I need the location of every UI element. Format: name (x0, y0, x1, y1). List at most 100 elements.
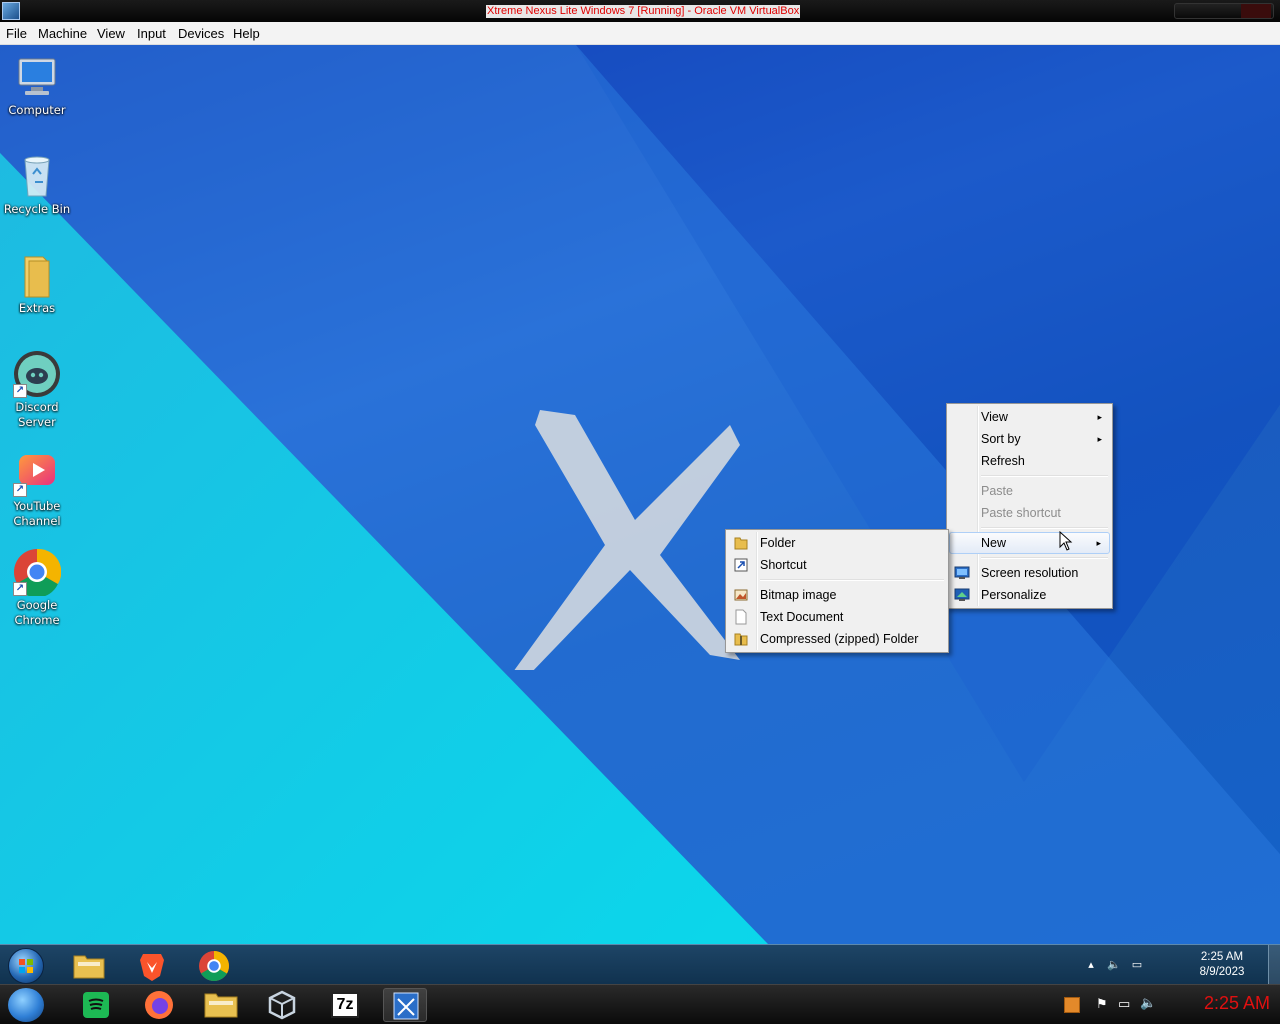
menu-item-new-shortcut[interactable]: Shortcut (728, 554, 946, 576)
menu-item-label: New (981, 536, 1007, 550)
7zip-icon: 7z (331, 992, 359, 1018)
desktop-icon-label: Discord Server (15, 400, 59, 429)
menu-item-label: Sort by (981, 432, 1021, 446)
desktop-icon-recycle-bin[interactable]: Recycle Bin (2, 152, 72, 217)
desktop-context-menu: View ▸ Sort by ▸ Refresh Paste Paste short… (946, 403, 1113, 609)
screen-resolution-icon (954, 566, 970, 579)
wallpaper-x-logo (514, 410, 740, 670)
host-taskbar-virtualbox[interactable] (260, 988, 304, 1022)
host-taskbar: 7z ⚑ ▭ 🔈 2:25 AM (0, 984, 1280, 1024)
desktop-icon-label: Google Chrome (14, 598, 60, 627)
zip-folder-icon (734, 633, 748, 646)
network-icon[interactable]: ▭ (1130, 958, 1144, 972)
desktop-icon-youtube[interactable]: ↗ YouTube Channel (2, 449, 72, 529)
start-button[interactable] (8, 948, 44, 984)
menu-item-new[interactable]: New ▸ (949, 532, 1110, 554)
menu-item-label: Folder (760, 536, 796, 550)
menu-item-label: Screen resolution (981, 566, 1079, 580)
file-explorer-icon (204, 993, 238, 1018)
host-system-tray: ⚑ ▭ 🔈 2:25 AM (1040, 985, 1280, 1024)
firefox-icon (145, 991, 173, 1019)
volume-icon[interactable]: 🔈 (1140, 996, 1156, 1011)
show-desktop-button[interactable] (1268, 945, 1280, 985)
shortcut-icon (734, 558, 748, 572)
menu-item-label: Bitmap image (760, 588, 837, 602)
menu-item-label: Refresh (981, 454, 1025, 468)
virtualbox-icon[interactable] (2, 2, 20, 20)
window-controls (1174, 3, 1274, 19)
menu-item-label: Paste shortcut (981, 506, 1061, 520)
host-clock[interactable]: 2:25 AM (1204, 993, 1270, 1014)
menu-item-personalize[interactable]: Personalize (949, 584, 1110, 606)
host-start-button[interactable] (8, 988, 44, 1022)
menu-item-new-text-document[interactable]: Text Document (728, 606, 946, 628)
desktop-icon-discord[interactable]: ↗ Discord Server (2, 350, 72, 430)
menu-item-screen-resolution[interactable]: Screen resolution (949, 562, 1110, 584)
system-tray: ▴ 🔈 ▭ 2:25 AM 8/9/2023 (1088, 945, 1280, 985)
minimize-button[interactable] (1177, 4, 1207, 18)
desktop-icon-extras[interactable]: Extras (2, 251, 72, 316)
menu-devices[interactable]: Devices (178, 26, 224, 41)
desktop-icon-google-chrome[interactable]: ↗ Google Chrome (2, 548, 72, 628)
taskbar-brave[interactable] (133, 948, 171, 984)
network-icon[interactable]: ▭ (1118, 997, 1130, 1012)
menu-item-label: View (981, 410, 1008, 424)
menu-input[interactable]: Input (137, 26, 166, 41)
window-title: Xtreme Nexus Lite Windows 7 [Running] - … (486, 5, 801, 18)
menu-item-new-zip-folder[interactable]: Compressed (zipped) Folder (728, 628, 946, 650)
action-center-flag-icon[interactable]: ⚑ (1096, 997, 1108, 1012)
taskbar-clock[interactable]: 2:25 AM 8/9/2023 (1192, 950, 1252, 980)
menu-file[interactable]: File (6, 26, 27, 41)
desktop-icon-computer[interactable]: Computer (2, 53, 72, 118)
host-title-bar: Xtreme Nexus Lite Windows 7 [Running] - … (0, 0, 1280, 22)
shortcut-arrow-icon: ↗ (13, 483, 27, 497)
bitmap-icon (734, 589, 748, 601)
menu-separator (758, 576, 946, 584)
menu-item-new-bitmap[interactable]: Bitmap image (728, 584, 946, 606)
menu-item-refresh[interactable]: Refresh (949, 450, 1110, 472)
mouse-cursor-icon (1059, 531, 1073, 551)
host-taskbar-file-explorer[interactable] (199, 988, 243, 1022)
menu-view[interactable]: View (97, 26, 125, 41)
desktop-icon-label: YouTube Channel (13, 499, 61, 528)
maximize-button[interactable] (1209, 4, 1239, 18)
file-explorer-icon (73, 955, 105, 979)
virtualbox-vm-icon (393, 992, 419, 1020)
menu-item-paste-shortcut: Paste shortcut (949, 502, 1110, 524)
desktop-icon-label: Extras (18, 301, 56, 315)
host-taskbar-virtualbox-vm[interactable] (383, 988, 427, 1022)
text-document-icon (735, 609, 747, 625)
host-taskbar-firefox[interactable] (137, 988, 181, 1022)
tray-app-icon[interactable] (1064, 997, 1080, 1013)
submenu-arrow-icon: ▸ (1097, 434, 1102, 444)
menu-item-paste: Paste (949, 480, 1110, 502)
menu-item-label: Personalize (981, 588, 1047, 602)
clock-time: 2:25 AM (1200, 951, 1244, 963)
menu-item-sort-by[interactable]: Sort by ▸ (949, 428, 1110, 450)
host-taskbar-7zip[interactable]: 7z (323, 988, 367, 1022)
chrome-icon: ↗ (13, 548, 62, 598)
menu-item-label: Text Document (760, 610, 844, 624)
menu-item-new-folder[interactable]: Folder (728, 532, 946, 554)
menu-item-label: Compressed (zipped) Folder (760, 632, 919, 646)
show-hidden-icons-icon[interactable]: ▴ (1084, 958, 1098, 972)
shortcut-arrow-icon: ↗ (13, 384, 27, 398)
virtualbox-icon (268, 990, 296, 1020)
menu-help[interactable]: Help (233, 26, 260, 41)
desktop-icon-label: Recycle Bin (3, 202, 71, 216)
host-menu-bar: File Machine View Input Devices Help (0, 22, 1280, 45)
spotify-icon (83, 992, 109, 1018)
submenu-arrow-icon: ▸ (1097, 412, 1102, 422)
menu-separator (979, 524, 1110, 532)
clock-date: 8/9/2023 (1199, 966, 1245, 978)
taskbar-chrome[interactable] (195, 948, 233, 984)
close-button[interactable] (1241, 4, 1271, 18)
computer-icon (13, 53, 61, 101)
taskbar-file-explorer[interactable] (70, 948, 108, 984)
new-submenu: Folder Shortcut Bitmap image Text Docume… (725, 529, 949, 653)
host-taskbar-spotify[interactable] (74, 988, 118, 1022)
volume-icon[interactable]: 🔈 (1107, 958, 1121, 972)
menu-machine[interactable]: Machine (38, 26, 87, 41)
menu-item-view[interactable]: View ▸ (949, 406, 1110, 428)
windows-logo-icon (19, 959, 33, 973)
